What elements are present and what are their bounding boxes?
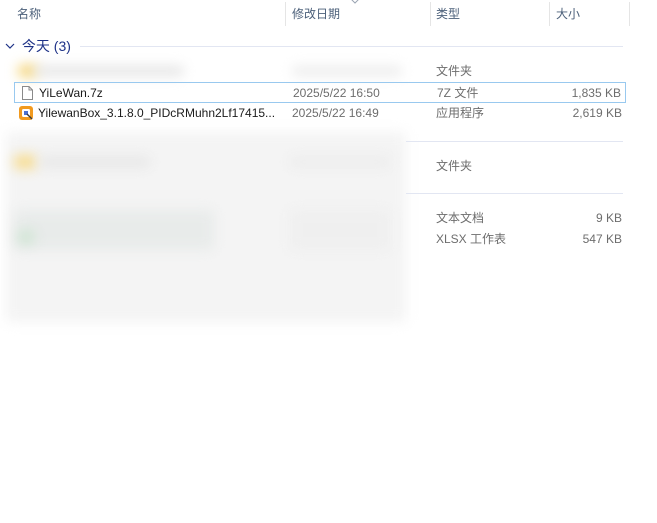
file-size: 1,835 KB — [571, 86, 621, 100]
group-divider — [406, 193, 623, 194]
list-item[interactable]: YiLeWan.7z 2025/5/22 16:50 7Z 文件 1,835 K… — [14, 82, 626, 103]
file-type: 文本文档 — [436, 211, 485, 225]
file-type: XLSX 工作表 — [436, 232, 507, 246]
column-divider[interactable] — [549, 2, 550, 26]
group-header-today[interactable]: 今天 (3) — [4, 36, 71, 56]
column-header-date[interactable]: 修改日期 — [288, 0, 428, 28]
column-header-bar: 名称 修改日期 类型 大小 — [0, 0, 630, 28]
spreadsheet-icon — [18, 230, 34, 244]
file-size: 547 KB — [582, 232, 622, 246]
group-header-label: 今天 (3) — [21, 38, 71, 54]
column-header-type[interactable]: 类型 — [432, 0, 548, 28]
file-date: 2025/5/22 16:49 — [292, 106, 379, 120]
redacted-date — [290, 157, 390, 167]
column-header-size[interactable]: 大小 — [552, 0, 628, 28]
redacted-date — [290, 210, 390, 250]
redacted-name — [40, 157, 150, 167]
redacted-name — [34, 66, 184, 76]
file-type: 文件夹 — [436, 159, 473, 173]
column-header-name-label: 名称 — [17, 7, 42, 21]
column-divider[interactable] — [430, 2, 431, 26]
column-divider[interactable] — [629, 2, 630, 26]
file-type: 文件夹 — [436, 64, 473, 78]
group-divider — [406, 141, 623, 142]
group-divider — [80, 46, 623, 47]
file-name: YiLeWan.7z — [39, 86, 103, 100]
redacted-date — [292, 66, 402, 76]
column-header-size-label: 大小 — [556, 7, 581, 21]
file-type: 应用程序 — [436, 106, 485, 120]
list-item[interactable]: YilewanBox_3.1.8.0_PIDcRMuhn2Lf17415... … — [14, 103, 626, 124]
column-header-date-label: 修改日期 — [292, 7, 341, 21]
file-name: YilewanBox_3.1.8.0_PIDcRMuhn2Lf17415... — [38, 106, 276, 120]
folder-icon — [14, 155, 36, 169]
column-divider[interactable] — [285, 2, 286, 26]
chevron-down-icon — [5, 43, 15, 49]
app-installer-icon — [19, 106, 33, 120]
file-size: 2,619 KB — [572, 106, 622, 120]
file-date: 2025/5/22 16:50 — [293, 86, 380, 100]
archive-file-icon — [22, 86, 33, 100]
column-header-type-label: 类型 — [436, 7, 461, 21]
column-header-name[interactable]: 名称 — [13, 0, 283, 28]
list-item[interactable]: 文件夹 — [14, 61, 626, 82]
file-type: 7Z 文件 — [437, 86, 479, 100]
redacted-name — [14, 210, 214, 250]
file-size: 9 KB — [595, 211, 622, 225]
